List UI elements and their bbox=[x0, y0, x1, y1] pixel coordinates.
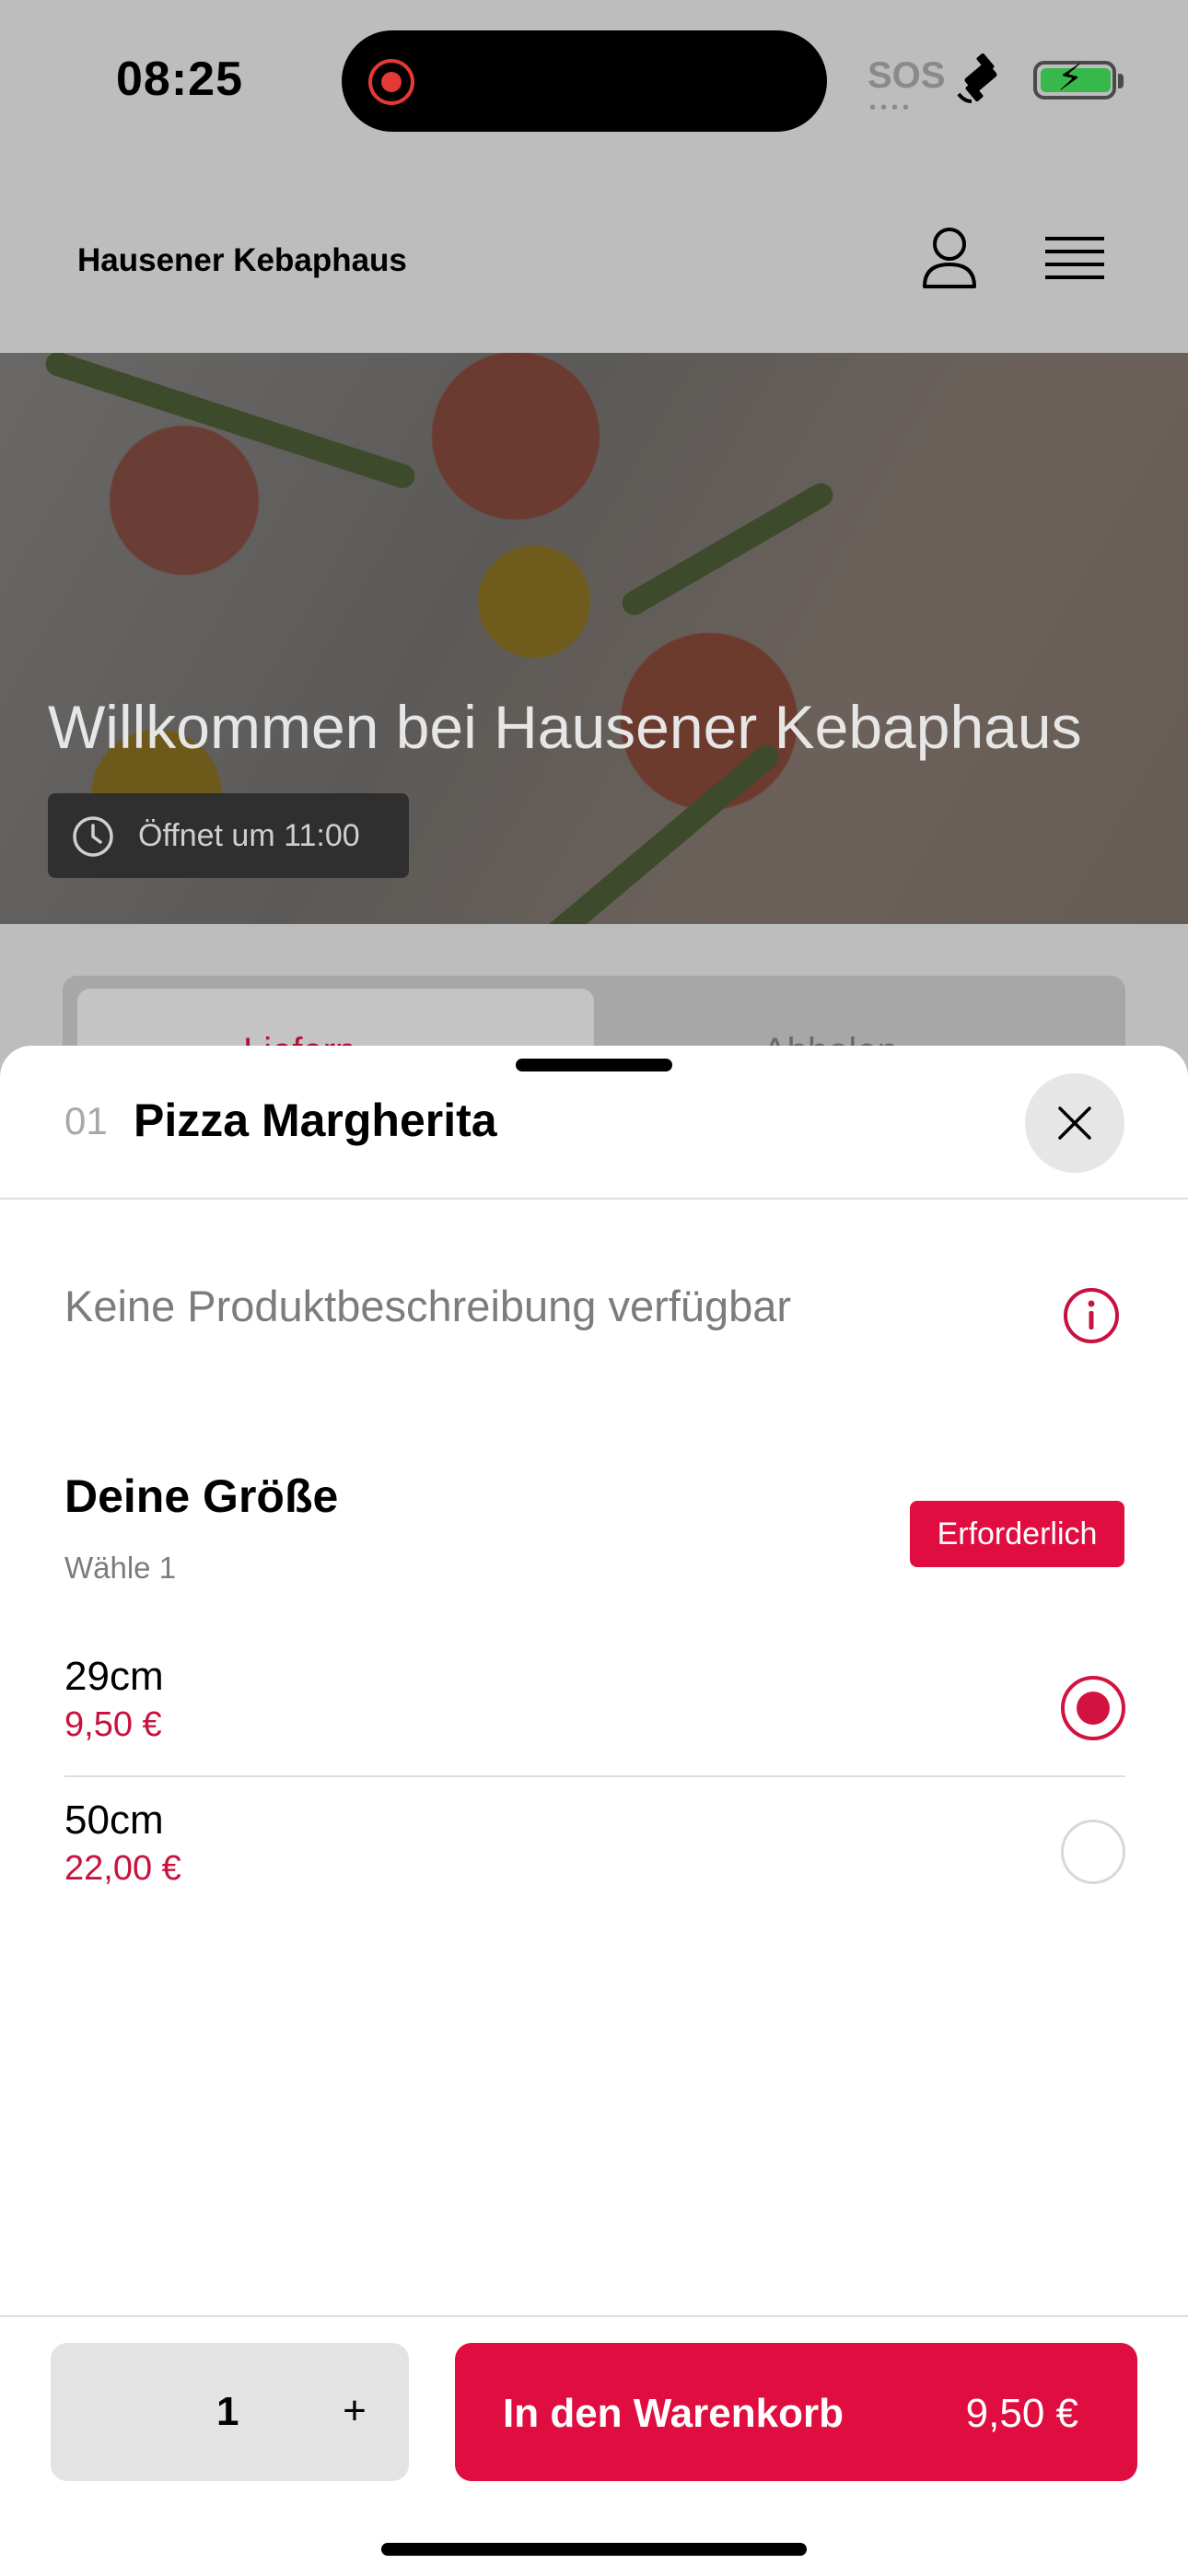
size-option-50cm[interactable]: 50cm 22,00 € bbox=[64, 1777, 1125, 1921]
satellite-icon bbox=[957, 53, 997, 103]
user-icon[interactable] bbox=[921, 226, 978, 290]
footer-divider bbox=[0, 2315, 1188, 2317]
radio-selected[interactable] bbox=[1061, 1676, 1125, 1740]
quantity-stepper: 1 + bbox=[51, 2343, 409, 2481]
dynamic-island bbox=[342, 30, 827, 132]
option-group-subtitle: Wähle 1 bbox=[64, 1551, 177, 1585]
home-indicator bbox=[381, 2543, 807, 2556]
required-badge: Erforderlich bbox=[910, 1501, 1124, 1567]
recording-icon bbox=[368, 59, 414, 105]
shop-name[interactable]: Hausener Kebaphaus bbox=[77, 242, 407, 279]
option-name: 29cm bbox=[64, 1654, 164, 1699]
info-icon[interactable] bbox=[1063, 1287, 1120, 1344]
sheet-grabber[interactable] bbox=[516, 1059, 672, 1071]
menu-icon[interactable] bbox=[1045, 235, 1104, 281]
clock-icon bbox=[73, 816, 113, 857]
status-bar: 08:25 SOS •••• ⚡ bbox=[0, 0, 1188, 161]
quantity-value: 1 bbox=[216, 2389, 239, 2434]
battery-icon: ⚡ bbox=[1033, 58, 1116, 100]
product-description: Keine Produktbeschreibung verfügbar bbox=[64, 1282, 792, 1330]
sos-indicator: SOS bbox=[868, 55, 946, 96]
battery-cap bbox=[1118, 74, 1124, 88]
hero-banner: Willkommen bei Hausener Kebaphaus Öffnet… bbox=[0, 353, 1188, 924]
status-time: 08:25 bbox=[116, 53, 243, 106]
signal-dots: •••• bbox=[869, 98, 914, 118]
option-name: 50cm bbox=[64, 1797, 164, 1843]
opening-hours-text: Öffnet um 11:00 bbox=[138, 818, 360, 853]
item-number: 01 bbox=[64, 1099, 108, 1142]
radio-unselected[interactable] bbox=[1061, 1820, 1125, 1884]
hero-title: Willkommen bei Hausener Kebaphaus bbox=[48, 693, 1082, 761]
opening-hours-chip: Öffnet um 11:00 bbox=[48, 793, 409, 878]
size-option-29cm[interactable]: 29cm 9,50 € bbox=[64, 1633, 1125, 1777]
option-group-title: Deine Größe bbox=[64, 1470, 339, 1522]
header-divider bbox=[0, 1198, 1188, 1200]
option-price: 22,00 € bbox=[64, 1849, 181, 1888]
add-to-cart-label: In den Warenkorb bbox=[503, 2391, 844, 2436]
close-icon bbox=[1058, 1107, 1091, 1140]
option-price: 9,50 € bbox=[64, 1705, 162, 1744]
add-to-cart-button[interactable]: In den Warenkorb 9,50 € bbox=[455, 2343, 1137, 2481]
close-button[interactable] bbox=[1025, 1073, 1124, 1173]
item-title: Pizza Margherita bbox=[134, 1095, 497, 1146]
add-to-cart-price: 9,50 € bbox=[965, 2391, 1078, 2436]
increase-quantity-button[interactable]: + bbox=[327, 2383, 382, 2439]
app-header: Hausener Kebaphaus bbox=[0, 161, 1188, 353]
